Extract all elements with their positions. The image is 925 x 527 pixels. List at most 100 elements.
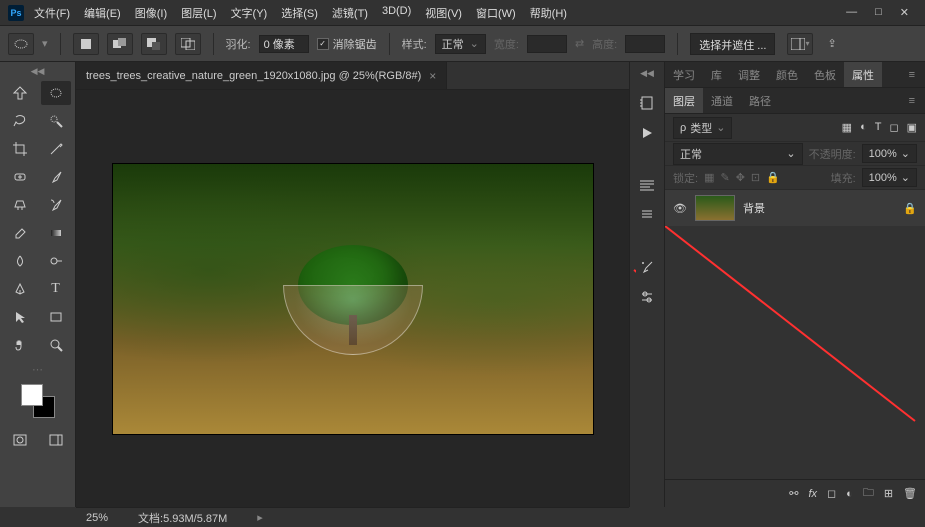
zoom-tool[interactable] bbox=[41, 333, 71, 357]
select-and-mask-button[interactable]: 选择并遮住 ... bbox=[690, 33, 775, 55]
add-mask-icon[interactable]: ◻ bbox=[827, 487, 836, 500]
intersect-selection-icon[interactable] bbox=[175, 33, 201, 55]
foreground-background-colors[interactable] bbox=[21, 384, 55, 418]
filter-type-icon[interactable]: T bbox=[875, 121, 882, 134]
blur-tool[interactable] bbox=[5, 249, 35, 273]
brush-tool[interactable] bbox=[41, 165, 71, 189]
type-tool[interactable]: T bbox=[41, 277, 71, 301]
quick-select-tool[interactable] bbox=[41, 109, 71, 133]
layer-filter-select[interactable]: ρ 类型 ⌄ bbox=[673, 117, 732, 139]
style-label: 样式: bbox=[402, 36, 427, 52]
subtract-selection-icon[interactable] bbox=[141, 33, 167, 55]
tab-color[interactable]: 颜色 bbox=[768, 62, 806, 87]
visibility-eye-icon[interactable]: 👁 bbox=[673, 202, 687, 215]
add-selection-icon[interactable] bbox=[107, 33, 133, 55]
annotation-arrow-2 bbox=[665, 226, 925, 426]
quickmask-tool[interactable] bbox=[5, 428, 35, 452]
lasso-tool[interactable] bbox=[5, 109, 35, 133]
brush-settings-icon[interactable] bbox=[637, 287, 657, 307]
tab-libraries[interactable]: 库 bbox=[703, 62, 730, 87]
layer-name[interactable]: 背景 bbox=[743, 200, 895, 216]
history-brush-tool[interactable] bbox=[41, 193, 71, 217]
eraser-tool[interactable] bbox=[5, 221, 35, 245]
zoom-level[interactable]: 25% bbox=[86, 512, 108, 524]
tab-close-icon[interactable]: × bbox=[429, 69, 436, 83]
doc-info[interactable]: 文档:5.93M/5.87M bbox=[138, 510, 227, 526]
menu-select[interactable]: 选择(S) bbox=[281, 5, 318, 21]
menu-layer[interactable]: 图层(L) bbox=[181, 5, 216, 21]
brushes-panel-icon[interactable] bbox=[637, 257, 657, 277]
document-tab[interactable]: trees_trees_creative_nature_green_1920x1… bbox=[76, 62, 447, 89]
width-label: 宽度: bbox=[494, 36, 519, 52]
expand-dock-icon[interactable]: ◀◀ bbox=[640, 68, 654, 79]
adjustment-layer-icon[interactable]: ◐ bbox=[846, 488, 853, 500]
style-select[interactable]: 正常⌄ bbox=[435, 34, 486, 54]
layers-menu-icon[interactable]: ≡ bbox=[899, 95, 925, 107]
share-icon[interactable]: ⇪ bbox=[827, 37, 836, 50]
healing-brush-tool[interactable] bbox=[5, 165, 35, 189]
titlebar: Ps 文件(F) 编辑(E) 图像(I) 图层(L) 文字(Y) 选择(S) 滤… bbox=[0, 0, 925, 26]
crop-tool[interactable] bbox=[5, 137, 35, 161]
menu-window[interactable]: 窗口(W) bbox=[476, 5, 516, 21]
close-button[interactable]: ✕ bbox=[900, 6, 909, 19]
layer-fx-icon[interactable]: fx bbox=[808, 488, 817, 500]
document-tabs: trees_trees_creative_nature_green_1920x1… bbox=[76, 62, 629, 90]
clone-stamp-tool[interactable] bbox=[5, 193, 35, 217]
layer-row[interactable]: 👁 背景 🔒 bbox=[665, 190, 925, 226]
delete-layer-icon[interactable]: 🗑 bbox=[903, 487, 917, 500]
new-selection-icon[interactable] bbox=[73, 33, 99, 55]
hand-tool[interactable] bbox=[5, 333, 35, 357]
filter-adjust-icon[interactable]: ◐ bbox=[860, 121, 867, 134]
marquee-ellipse-tool[interactable] bbox=[41, 81, 71, 105]
group-icon[interactable]: 🗀 bbox=[863, 484, 874, 503]
minimize-button[interactable]: — bbox=[846, 6, 857, 19]
canvas[interactable] bbox=[76, 90, 629, 507]
paragraph-panel-icon[interactable] bbox=[637, 175, 657, 195]
layer-thumbnail[interactable] bbox=[695, 195, 735, 221]
filter-shape-icon[interactable]: ◻ bbox=[889, 121, 898, 134]
tab-channels[interactable]: 通道 bbox=[703, 88, 741, 113]
antialias-checkbox[interactable]: ✓ 消除锯齿 bbox=[317, 36, 377, 52]
expand-tools-icon[interactable]: ◀◀ bbox=[31, 66, 45, 77]
layer-lock-icon[interactable]: 🔒 bbox=[903, 202, 917, 215]
dodge-tool[interactable] bbox=[41, 249, 71, 273]
tab-swatches[interactable]: 色板 bbox=[806, 62, 844, 87]
maximize-button[interactable]: □ bbox=[875, 6, 882, 19]
tools-panel: ◀◀ T ⋯ bbox=[0, 62, 76, 507]
height-input bbox=[625, 35, 665, 53]
tab-paths[interactable]: 路径 bbox=[741, 88, 779, 113]
workspace-icon[interactable]: ▾ bbox=[787, 33, 813, 55]
feather-input[interactable] bbox=[259, 35, 309, 53]
active-tool-icon[interactable] bbox=[8, 33, 34, 55]
layer-filter-bar: ρ 类型 ⌄ ▦ ◐ T ◻ ▣ bbox=[665, 114, 925, 142]
menu-file[interactable]: 文件(F) bbox=[34, 5, 70, 21]
menu-type[interactable]: 文字(Y) bbox=[231, 5, 268, 21]
character-panel-icon[interactable] bbox=[637, 205, 657, 225]
foreground-color-swatch[interactable] bbox=[21, 384, 43, 406]
actions-panel-icon[interactable] bbox=[637, 123, 657, 143]
fill-label: 填充: bbox=[831, 170, 856, 186]
menu-view[interactable]: 视图(V) bbox=[425, 5, 462, 21]
new-layer-icon[interactable]: ⊞ bbox=[884, 487, 893, 500]
panel-menu-icon[interactable]: ≡ bbox=[899, 69, 925, 81]
filter-smart-icon[interactable]: ▣ bbox=[907, 121, 917, 134]
pen-tool[interactable] bbox=[5, 277, 35, 301]
filter-pixel-icon[interactable]: ▦ bbox=[842, 121, 852, 134]
menu-edit[interactable]: 编辑(E) bbox=[84, 5, 121, 21]
path-select-tool[interactable] bbox=[5, 305, 35, 329]
link-layers-icon[interactable]: ⚯ bbox=[789, 487, 798, 500]
tab-layers[interactable]: 图层 bbox=[665, 88, 703, 113]
menu-help[interactable]: 帮助(H) bbox=[530, 5, 567, 21]
tab-adjustments[interactable]: 调整 bbox=[730, 62, 768, 87]
menu-filter[interactable]: 滤镜(T) bbox=[332, 5, 368, 21]
history-panel-icon[interactable] bbox=[637, 93, 657, 113]
shape-tool[interactable] bbox=[41, 305, 71, 329]
screenmode-tool[interactable] bbox=[41, 428, 71, 452]
eyedropper-tool[interactable] bbox=[41, 137, 71, 161]
tab-learn[interactable]: 学习 bbox=[665, 62, 703, 87]
menu-3d[interactable]: 3D(D) bbox=[382, 5, 411, 21]
move-tool[interactable] bbox=[5, 81, 35, 105]
tab-properties[interactable]: 属性 bbox=[844, 62, 882, 87]
menu-image[interactable]: 图像(I) bbox=[135, 5, 167, 21]
gradient-tool[interactable] bbox=[41, 221, 71, 245]
